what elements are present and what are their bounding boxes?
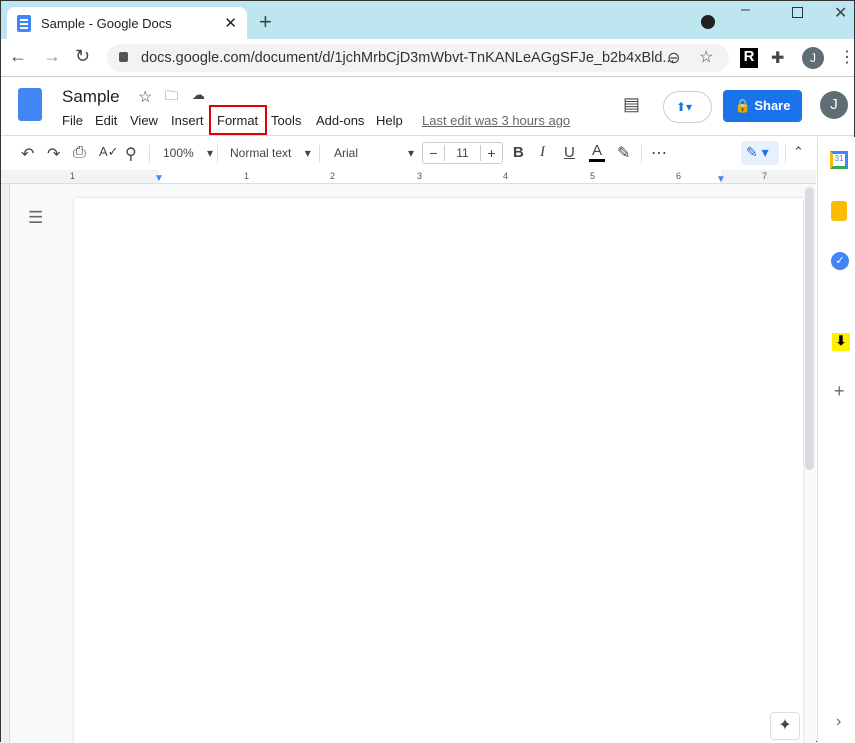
ruler[interactable]: 1 1 2 3 4 5 6 7 ▼ ▼ — [1, 170, 816, 185]
forward-icon[interactable]: → — [43, 46, 61, 67]
tab-title: Sample - Google Docs — [41, 15, 172, 31]
undo-icon[interactable]: ↶ — [21, 144, 34, 164]
reload-icon[interactable]: ↻ — [75, 46, 90, 67]
keep-icon[interactable] — [831, 201, 847, 221]
lock-icon — [119, 52, 128, 62]
menu-file[interactable]: File — [62, 113, 83, 128]
increase-size-button[interactable]: + — [480, 145, 502, 161]
font-select[interactable]: Arial ▾ — [334, 146, 414, 160]
left-indent-marker[interactable]: ▼ — [154, 173, 164, 184]
spellcheck-icon[interactable]: A✓ — [99, 144, 119, 160]
text-color-icon[interactable]: A — [589, 142, 605, 162]
explore-button[interactable]: ✦ — [770, 712, 800, 740]
url-text: docs.google.com/document/d/1jchMrbCjD3mW… — [141, 50, 675, 66]
add-addon-icon[interactable]: + — [834, 381, 845, 402]
close-tab-icon[interactable]: ✕ — [224, 14, 237, 32]
menu-tools[interactable]: Tools — [271, 113, 301, 128]
format-highlight-box — [209, 105, 267, 135]
ruler-label: 1 — [244, 171, 250, 181]
font-value: Arial — [334, 146, 359, 160]
url-field[interactable]: docs.google.com/document/d/1jchMrbCjD3mW… — [107, 44, 729, 72]
ruler-label: 4 — [503, 171, 509, 181]
share-label: Share — [754, 98, 791, 113]
browser-tab-bar: Sample - Google Docs ✕ + – ✕ — [1, 1, 854, 39]
comments-icon[interactable]: ▤ — [623, 94, 640, 115]
download-extension-icon[interactable]: ⬇ — [832, 333, 850, 351]
back-icon[interactable]: ← — [9, 46, 27, 67]
calendar-icon[interactable]: 31 — [830, 151, 848, 169]
share-button[interactable]: 🔒 Share — [723, 90, 802, 122]
tasks-icon[interactable]: ✓ — [831, 252, 849, 270]
close-window-icon[interactable]: ✕ — [834, 3, 847, 23]
browser-menu-icon[interactable]: ⋮ — [839, 47, 855, 67]
zoom-value: 100% — [163, 146, 194, 160]
zoom-icon[interactable]: ⊖ — [667, 48, 680, 68]
ruler-label: 2 — [330, 171, 336, 181]
bookmark-star-icon[interactable]: ☆ — [699, 47, 713, 67]
decrease-size-button[interactable]: − — [423, 145, 445, 161]
more-icon[interactable]: ⋯ — [651, 143, 667, 163]
last-edit-link[interactable]: Last edit was 3 hours ago — [422, 113, 570, 128]
outline-icon[interactable]: ☰ — [28, 208, 43, 228]
font-size-stepper[interactable]: − 11 + — [422, 142, 503, 164]
docs-header: Sample ☆ 🗀 ☁ File Edit View Insert Forma… — [1, 78, 854, 136]
star-icon[interactable]: ☆ — [138, 87, 152, 107]
redo-icon[interactable]: ↷ — [47, 144, 60, 164]
side-panel: 31 ✓ ⬇ + › — [817, 137, 855, 743]
present-button[interactable]: ⬆▾ — [663, 91, 712, 123]
paint-format-icon[interactable]: ⚲ — [125, 144, 137, 164]
extension-r-icon[interactable]: R — [740, 48, 758, 68]
new-tab-icon[interactable]: + — [259, 9, 272, 35]
move-folder-icon[interactable]: 🗀 — [165, 87, 178, 109]
menu-addons[interactable]: Add-ons — [316, 113, 364, 128]
italic-icon[interactable]: I — [540, 144, 545, 161]
extensions-puzzle-icon[interactable]: ✚ — [771, 48, 784, 68]
underline-icon[interactable]: U — [564, 144, 575, 161]
style-value: Normal text — [230, 146, 292, 160]
document-page[interactable] — [74, 198, 803, 743]
menu-help[interactable]: Help — [376, 113, 403, 128]
collapse-menu-icon[interactable]: ⌃ — [793, 144, 804, 160]
maximize-icon[interactable] — [792, 7, 803, 18]
expand-panel-icon[interactable]: › — [836, 713, 841, 731]
menu-edit[interactable]: Edit — [95, 113, 117, 128]
highlight-color-icon[interactable]: ✎ — [617, 143, 630, 163]
font-size-value[interactable]: 11 — [445, 146, 480, 160]
editing-mode-button[interactable]: ✎ ▾ — [741, 141, 779, 165]
ruler-label: 7 — [762, 171, 768, 181]
style-select[interactable]: Normal text ▾ — [230, 146, 311, 160]
ruler-label: 5 — [590, 171, 596, 181]
vertical-ruler[interactable] — [1, 184, 10, 743]
ruler-label: 6 — [676, 171, 682, 181]
cloud-status-icon[interactable]: ☁ — [192, 87, 205, 103]
document-canvas: ☰ ✦ — [1, 184, 816, 743]
zoom-select[interactable]: 100% ▾ — [163, 146, 213, 160]
profile-avatar[interactable]: J — [802, 47, 824, 69]
ruler-label: 1 — [70, 171, 76, 181]
docs-logo-icon[interactable] — [18, 88, 42, 121]
scrollbar[interactable] — [805, 187, 814, 470]
address-bar-row: ← → ↻ docs.google.com/document/d/1jchMrb… — [1, 39, 855, 77]
menu-insert[interactable]: Insert — [171, 113, 204, 128]
tab-search-icon[interactable] — [701, 15, 715, 29]
docs-favicon-icon — [17, 14, 31, 32]
browser-tab[interactable]: Sample - Google Docs ✕ — [7, 7, 247, 39]
ruler-label: 3 — [417, 171, 423, 181]
menu-view[interactable]: View — [130, 113, 158, 128]
toolbar: ↶ ↷ ⎙ A✓ ⚲ 100% ▾ Normal text ▾ Arial ▾ −… — [1, 137, 816, 169]
print-icon[interactable]: ⎙ — [73, 144, 86, 162]
doc-title[interactable]: Sample — [62, 87, 120, 107]
minimize-icon[interactable]: – — [741, 1, 750, 19]
user-avatar[interactable]: J — [820, 91, 848, 119]
bold-icon[interactable]: B — [513, 144, 524, 161]
